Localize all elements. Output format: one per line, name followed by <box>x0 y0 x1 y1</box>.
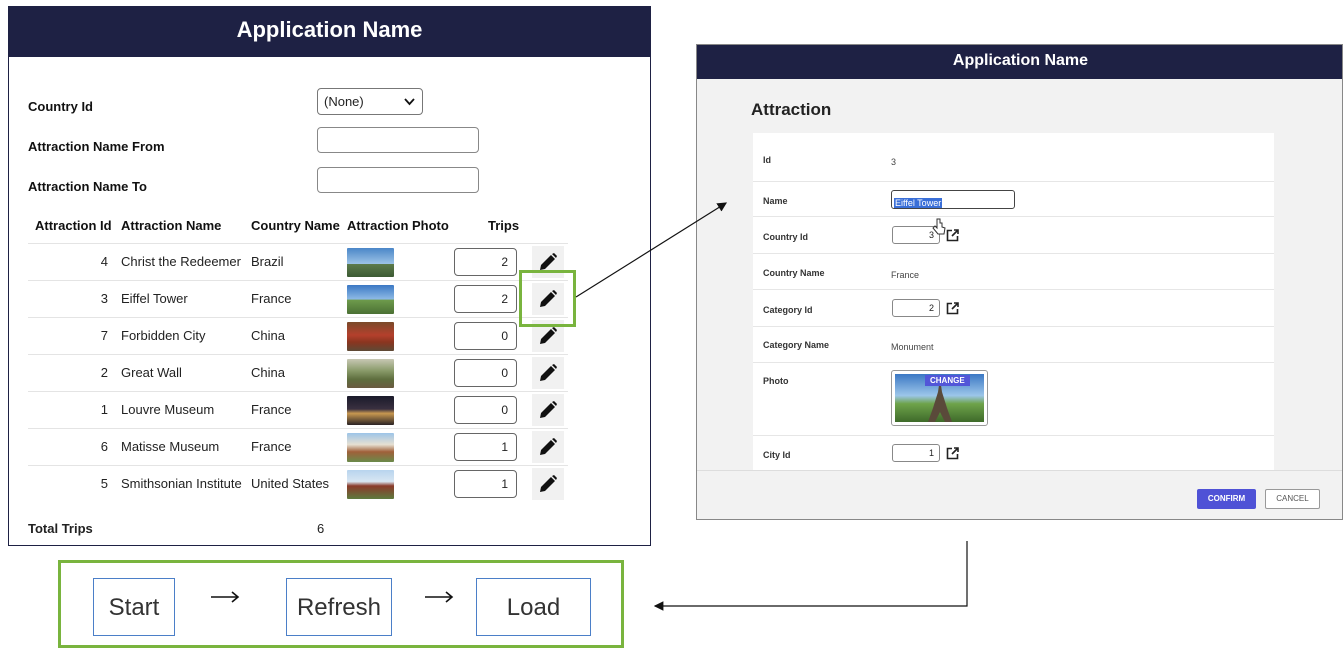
connector-lines <box>575 202 968 611</box>
arrow-right-icon <box>211 591 240 603</box>
arrow-right-icon <box>425 591 454 603</box>
edit-to-form-arrow <box>575 202 728 298</box>
event-flow-diagram: Start Refresh Load <box>58 560 624 648</box>
flow-step-load: Load <box>476 578 591 636</box>
flow-step-refresh: Refresh <box>286 578 392 636</box>
flow-step-start: Start <box>93 578 175 636</box>
form-to-flow-arrow <box>653 541 968 611</box>
